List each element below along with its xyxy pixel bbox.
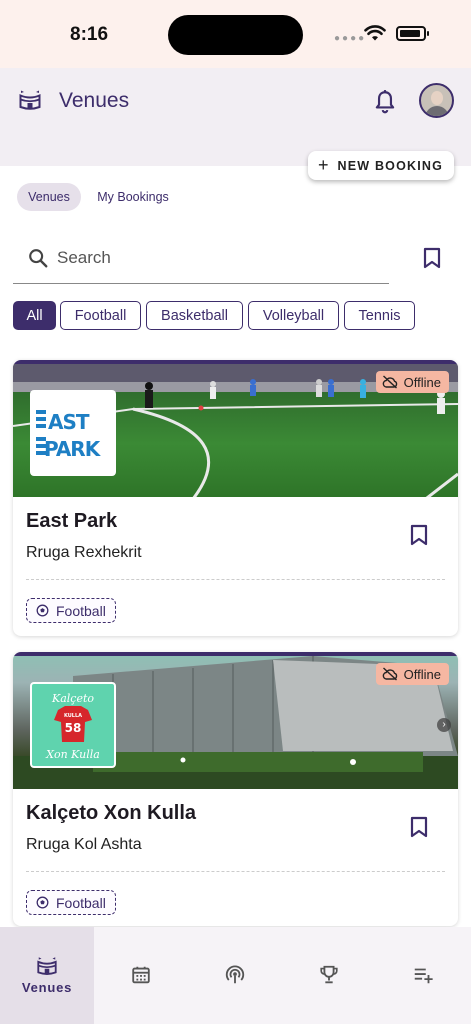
tab-venues[interactable]: Venues xyxy=(17,183,81,211)
sport-tag: Football xyxy=(26,890,116,915)
east-park-logo: AST PARK xyxy=(36,410,103,461)
new-booking-label: NEW BOOKING xyxy=(337,158,444,173)
divider xyxy=(26,579,445,580)
filter-chip-volleyball[interactable]: Volleyball xyxy=(248,301,339,330)
playlist-add-icon xyxy=(414,968,433,984)
bookmark-icon[interactable] xyxy=(422,247,442,269)
soccer-ball-icon xyxy=(36,896,49,909)
nav-item-live[interactable] xyxy=(188,927,282,1024)
svg-text:KULLA: KULLA xyxy=(64,713,82,719)
svg-text:PARK: PARK xyxy=(44,437,102,461)
bottom-nav: Venues xyxy=(0,927,471,1024)
status-text: Offline xyxy=(403,374,441,390)
plus-icon: + xyxy=(318,155,329,175)
sport-tag: Football xyxy=(26,598,116,623)
status-time: 8:16 xyxy=(70,24,109,45)
kalceto-logo: Kalçeto KULLA 58 Xon Kulla xyxy=(45,692,100,761)
trophy-icon xyxy=(320,965,338,984)
nav-label: Venues xyxy=(21,980,73,995)
dynamic-island xyxy=(168,15,303,55)
nav-item-add-list[interactable] xyxy=(376,927,470,1024)
filter-chip-basketball[interactable]: Basketball xyxy=(146,301,243,330)
broadcast-icon xyxy=(225,965,245,984)
tab-my-bookings[interactable]: My Bookings xyxy=(88,183,178,211)
nav-item-venues[interactable]: Venues xyxy=(0,927,94,1024)
status-badge: Offline xyxy=(375,371,449,393)
stadium-icon xyxy=(19,90,41,110)
status-bar: 8:16 ●●●● xyxy=(0,0,471,68)
svg-text:AST: AST xyxy=(48,410,90,434)
svg-text:Xon Kulla: Xon Kulla xyxy=(45,748,100,761)
filter-chip-tennis[interactable]: Tennis xyxy=(344,301,415,330)
venue-card[interactable]: Kalçeto KULLA 58 Xon Kulla Offline › Kal… xyxy=(13,652,458,926)
search-input[interactable] xyxy=(57,246,367,270)
sport-label: Football xyxy=(56,894,106,911)
page-title: Venues xyxy=(59,89,130,112)
bookmark-icon[interactable] xyxy=(409,524,429,546)
venue-name: East Park xyxy=(26,510,118,532)
bookmark-icon[interactable] xyxy=(409,816,429,838)
stadium-icon xyxy=(37,957,57,975)
nav-item-calendar[interactable] xyxy=(94,927,188,1024)
avatar[interactable] xyxy=(419,83,454,118)
venue-logo: AST PARK xyxy=(30,390,116,476)
divider xyxy=(26,871,445,872)
venue-name: Kalçeto Xon Kulla xyxy=(26,802,197,824)
status-badge: Offline xyxy=(375,663,449,685)
venue-card[interactable]: AST PARK Offline East Park Rruga Rexhekr… xyxy=(13,360,458,636)
svg-text:Kalçeto: Kalçeto xyxy=(51,692,94,705)
venue-address: Rruga Kol Ashta xyxy=(26,836,142,853)
wifi-icon xyxy=(364,25,386,41)
search-icon xyxy=(29,249,48,268)
filter-chip-football[interactable]: Football xyxy=(60,301,141,330)
search-underline xyxy=(13,283,389,284)
status-text: Offline xyxy=(403,666,441,682)
svg-text:58: 58 xyxy=(65,721,82,735)
venue-photo: Kalçeto KULLA 58 Xon Kulla Offline › xyxy=(13,652,458,789)
filter-chip-all[interactable]: All xyxy=(13,301,56,330)
cloud-off-icon xyxy=(382,375,397,389)
avatar-face xyxy=(431,91,443,105)
cloud-off-icon xyxy=(382,667,397,681)
calendar-icon xyxy=(132,966,150,984)
sport-label: Football xyxy=(56,602,106,619)
venue-photo: AST PARK Offline xyxy=(13,360,458,497)
avatar-body xyxy=(425,106,449,116)
nav-item-tournaments[interactable] xyxy=(282,927,376,1024)
venue-logo: Kalçeto KULLA 58 Xon Kulla xyxy=(30,682,116,768)
venue-address: Rruga Rexhekrit xyxy=(26,544,142,561)
signal-icon: ●●●● xyxy=(334,33,367,44)
bell-icon[interactable] xyxy=(372,89,398,115)
soccer-ball-icon xyxy=(36,604,49,617)
battery-icon xyxy=(396,26,429,41)
new-booking-button[interactable]: + NEW BOOKING xyxy=(308,151,454,180)
chevron-right-icon[interactable]: › xyxy=(437,718,451,732)
